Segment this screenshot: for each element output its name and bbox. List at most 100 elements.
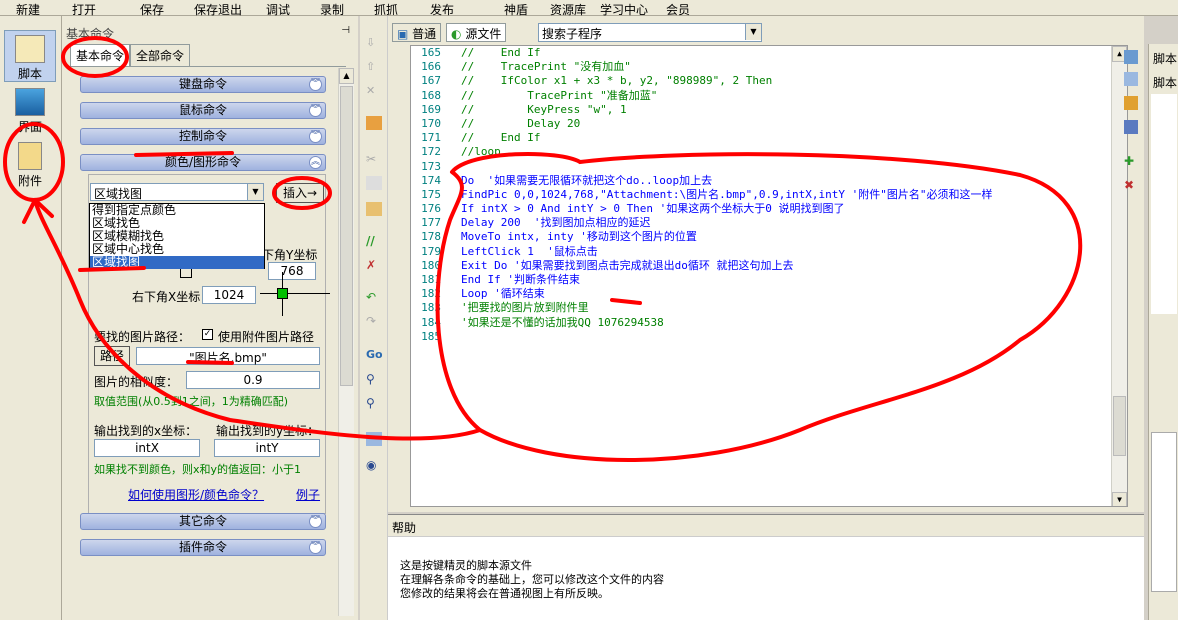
nav-ui[interactable]: 界面 — [4, 84, 56, 136]
scroll-down-icon[interactable]: ▼ — [1112, 492, 1127, 506]
code-editor[interactable]: 165 166 167 168 169 170 171 172 173 174 175 176 177 1… — [410, 45, 1128, 507]
tab-all[interactable]: 全部命令 — [130, 44, 191, 66]
line-number-gutter: 165 166 167 168 169 170 171 172 173 174 175 176 177 1… — [411, 46, 445, 506]
code-line[interactable]: If intX > 0 And intY > 0 Then '如果这两个坐标大于… — [461, 202, 993, 216]
bag-icon[interactable] — [1124, 96, 1138, 110]
left-nav: 脚本 界面 附件 — [0, 16, 62, 620]
code-line[interactable]: '如果还是不懂的话加我QQ 1076294538 — [461, 316, 993, 330]
find-icon[interactable]: ⚲ — [366, 372, 382, 386]
uncomment-icon[interactable]: ✗ — [366, 258, 382, 272]
code-line[interactable]: Delay 200 '找到图加点相应的延迟 — [461, 216, 993, 230]
chevron-up-icon: ︽ — [309, 156, 322, 169]
category-other[interactable]: 其它命令 ︾ — [80, 513, 326, 530]
not-found-hint: 如果找不到颜色，则x和y的值返回：小于1 — [94, 463, 302, 476]
category-color-graphics[interactable]: 颜色/图形命令 ︽ — [80, 154, 326, 171]
tab-normal-label: 普通 — [412, 27, 437, 41]
subroutine-search[interactable]: 搜索子程序 ▼ — [538, 23, 762, 42]
goto-icon[interactable]: Go — [366, 348, 383, 362]
crosshair-icon[interactable] — [260, 272, 330, 316]
add-icon[interactable]: ✚ — [1124, 154, 1134, 168]
scroll-up-icon[interactable]: ▲ — [339, 68, 354, 84]
code-line[interactable]: // End If — [461, 46, 993, 60]
tabs-divider — [66, 66, 346, 67]
code-line[interactable]: '把要找的图片放到附件里 — [461, 301, 993, 315]
lower-right-x-input[interactable]: 1024 — [202, 286, 256, 304]
settings-icon[interactable] — [1124, 120, 1138, 134]
category-mouse[interactable]: 鼠标命令 ︾ — [80, 102, 326, 119]
output-x-input[interactable]: intX — [94, 439, 200, 457]
code-line[interactable]: End If '判断条件结束 — [461, 273, 993, 287]
code-line[interactable]: // Delay 20 — [461, 117, 993, 131]
comment-icon[interactable]: // — [366, 234, 382, 248]
scroll-thumb[interactable] — [340, 86, 353, 386]
insert-button[interactable]: 插入→ — [276, 183, 324, 203]
paste-icon[interactable] — [366, 202, 382, 216]
output-y-input[interactable]: intY — [214, 439, 320, 457]
copy-icon[interactable] — [366, 176, 382, 190]
script-info-icon[interactable] — [1124, 50, 1138, 64]
scroll-thumb[interactable] — [1113, 396, 1126, 456]
chevron-down-icon: ︾ — [309, 104, 322, 117]
path-button[interactable]: 路径 — [94, 346, 130, 366]
image-path-label: 要找的图片路径： — [94, 330, 191, 344]
help-line: 您修改的结果将会在普通视图上有所反映。 — [400, 587, 609, 600]
category-keyboard[interactable]: 键盘命令 ︾ — [80, 76, 326, 93]
tab-basic[interactable]: 基本命令 — [70, 44, 131, 66]
category-label: 鼠标命令 — [178, 103, 227, 117]
pin-icon[interactable]: ⊣ — [341, 25, 350, 36]
undo-icon[interactable]: ↶ — [366, 290, 382, 304]
list-item-selected[interactable]: 区域找图 — [90, 256, 264, 269]
replace-icon[interactable]: ⚲ — [366, 396, 382, 410]
category-label: 插件命令 — [178, 540, 227, 554]
code-line[interactable]: // TracePrint "没有加血" — [461, 60, 993, 74]
line-number: 169 — [421, 102, 441, 116]
category-plugin[interactable]: 插件命令 ︾ — [80, 539, 326, 556]
nav-script[interactable]: 脚本 — [4, 30, 56, 82]
code-line[interactable] — [461, 160, 993, 174]
code-line[interactable]: //loop — [461, 145, 993, 159]
command-select[interactable]: 区域找图 ▼ — [90, 183, 264, 201]
use-attachment-checkbox[interactable]: ✓ — [202, 329, 213, 340]
document-icon[interactable] — [1124, 72, 1138, 86]
code-line[interactable]: FindPic 0,0,1024,768,"Attachment:\图片名.bm… — [461, 188, 993, 202]
line-number: 171 — [421, 131, 441, 145]
howto-link[interactable]: 如何使用图形/颜色命令？ — [128, 486, 264, 503]
remove-icon[interactable]: ✖ — [1124, 178, 1134, 192]
eye-icon[interactable]: ◉ — [366, 458, 382, 472]
panel-scrollbar[interactable]: ▲ — [338, 68, 354, 616]
code-line[interactable]: Loop '循环结束 — [461, 287, 993, 301]
chevron-down-icon: ︾ — [309, 130, 322, 143]
code-line[interactable]: // KeyPress "w", 1 — [461, 103, 993, 117]
category-label: 键盘命令 — [178, 77, 227, 91]
hand-icon[interactable] — [366, 116, 382, 130]
code-body[interactable]: // End If// TracePrint "没有加血"// IfColor … — [461, 46, 993, 344]
similarity-label: 图片的相似度： — [94, 375, 179, 389]
nav-attachment[interactable]: 附件 — [4, 138, 56, 190]
code-line[interactable]: MoveTo intx, inty '移动到这个图片的位置 — [461, 230, 993, 244]
code-line[interactable]: // IfColor x1 + x3 * b, y2, "898989", 2 … — [461, 74, 993, 88]
image-path-input[interactable]: "图片名.bmp" — [136, 347, 320, 365]
screenshot-icon[interactable] — [366, 432, 382, 446]
code-line[interactable]: Exit Do '如果需要找到图点击完成就退出do循环 就把这句加上去 — [461, 259, 993, 273]
line-number: 172 — [421, 145, 441, 159]
command-dropdown-list[interactable]: 得到指定点颜色 区域找色 区域模糊找色 区域中心找色 区域找图 — [89, 203, 265, 269]
cut-icon[interactable]: ✂ — [366, 152, 382, 166]
line-number: 168 — [421, 88, 441, 102]
code-line[interactable] — [461, 330, 993, 344]
tab-normal-view[interactable]: ▣ 普通 — [392, 23, 442, 42]
panel-title: 基本命令 — [66, 27, 115, 41]
code-line[interactable]: Do '如果需要无限循环就把这个do..loop加上去 — [461, 174, 993, 188]
line-number: 177 — [421, 216, 441, 230]
similarity-input[interactable]: 0.9 — [186, 371, 320, 389]
code-line[interactable]: LeftClick 1 '鼠标点击 — [461, 245, 993, 259]
code-line[interactable]: // TracePrint "准备加蓝" — [461, 89, 993, 103]
redo-icon[interactable]: ↷ — [366, 314, 382, 328]
delete-icon[interactable]: ✕ — [366, 84, 382, 98]
example-link[interactable]: 例子 — [296, 486, 320, 503]
property-tree[interactable] — [1151, 94, 1177, 314]
arrow-down-icon[interactable]: ⇩ — [366, 36, 382, 50]
code-line[interactable]: // End If — [461, 131, 993, 145]
arrow-up-icon[interactable]: ⇧ — [366, 60, 382, 74]
tab-source-view[interactable]: ◐ 源文件 — [446, 23, 507, 42]
category-control[interactable]: 控制命令 ︾ — [80, 128, 326, 145]
